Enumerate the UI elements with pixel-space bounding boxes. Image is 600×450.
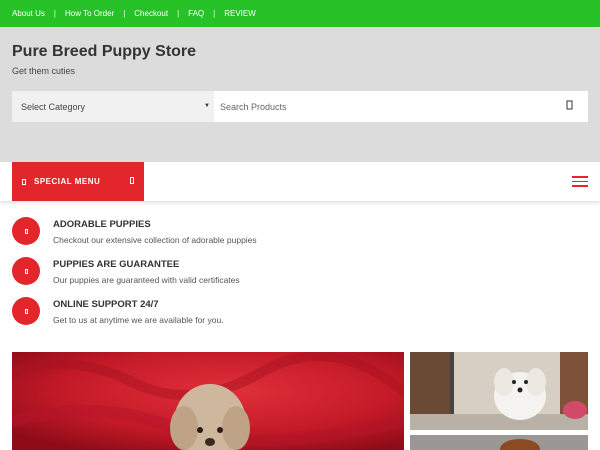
- feature-title: ADORABLE PUPPIES: [53, 219, 151, 230]
- menu-bar: SPECIAL MENU: [0, 162, 600, 202]
- hamburger-menu-icon[interactable]: [572, 176, 588, 188]
- feature-title: ONLINE SUPPORT 24/7: [53, 299, 159, 310]
- product-search-bar: Select Category ▼ Search Products: [12, 91, 588, 122]
- feature-list: ADORABLE PUPPIES Checkout our extensive …: [12, 217, 588, 337]
- square-icon: [12, 217, 40, 245]
- nav-separator: |: [177, 9, 180, 18]
- nav-link-about-us[interactable]: About Us: [12, 9, 45, 18]
- top-navigation-bar: About Us | How To Order | Checkout | FAQ…: [0, 0, 600, 27]
- feature-item: ADORABLE PUPPIES Checkout our extensive …: [12, 217, 588, 257]
- hero-puppy-image[interactable]: [12, 352, 404, 450]
- site-header: Pure Breed Puppy Store Get them cuties S…: [0, 27, 600, 162]
- menu-square-icon: [22, 178, 26, 185]
- site-tagline: Get them cuties: [12, 66, 76, 76]
- special-menu-label: SPECIAL MENU: [34, 177, 101, 186]
- category-select[interactable]: Select Category ▼: [12, 91, 214, 122]
- puppy-thumbnail-image[interactable]: [410, 435, 588, 450]
- nav-link-how-to-order[interactable]: How To Order: [65, 9, 114, 18]
- chevron-down-icon: ▼: [204, 103, 210, 109]
- feature-item: ONLINE SUPPORT 24/7 Get to us at anytime…: [12, 297, 588, 337]
- feature-item: PUPPIES ARE GUARANTEE Our puppies are gu…: [12, 257, 588, 297]
- square-icon: [12, 297, 40, 325]
- category-select-value: Select Category: [21, 101, 86, 112]
- menu-square-icon: [130, 177, 134, 184]
- nav-link-checkout[interactable]: Checkout: [134, 9, 168, 18]
- nav-separator: |: [53, 9, 56, 18]
- feature-title: PUPPIES ARE GUARANTEE: [53, 259, 180, 270]
- puppy-thumbnail-image[interactable]: [410, 352, 588, 430]
- feature-description: Get to us at anytime we are available fo…: [53, 315, 224, 325]
- nav-separator: |: [123, 9, 126, 18]
- search-placeholder: Search Products: [220, 101, 287, 112]
- site-title[interactable]: Pure Breed Puppy Store: [12, 43, 196, 61]
- nav-link-faq[interactable]: FAQ: [188, 9, 204, 18]
- search-input[interactable]: Search Products: [214, 91, 588, 122]
- square-icon: [12, 257, 40, 285]
- search-icon[interactable]: [566, 100, 574, 111]
- feature-description: Checkout our extensive collection of ado…: [53, 235, 257, 245]
- special-menu-button[interactable]: SPECIAL MENU: [12, 162, 144, 201]
- feature-description: Our puppies are guaranteed with valid ce…: [53, 275, 240, 285]
- nav-separator: |: [213, 9, 216, 18]
- nav-link-review[interactable]: REVIEW: [224, 9, 256, 18]
